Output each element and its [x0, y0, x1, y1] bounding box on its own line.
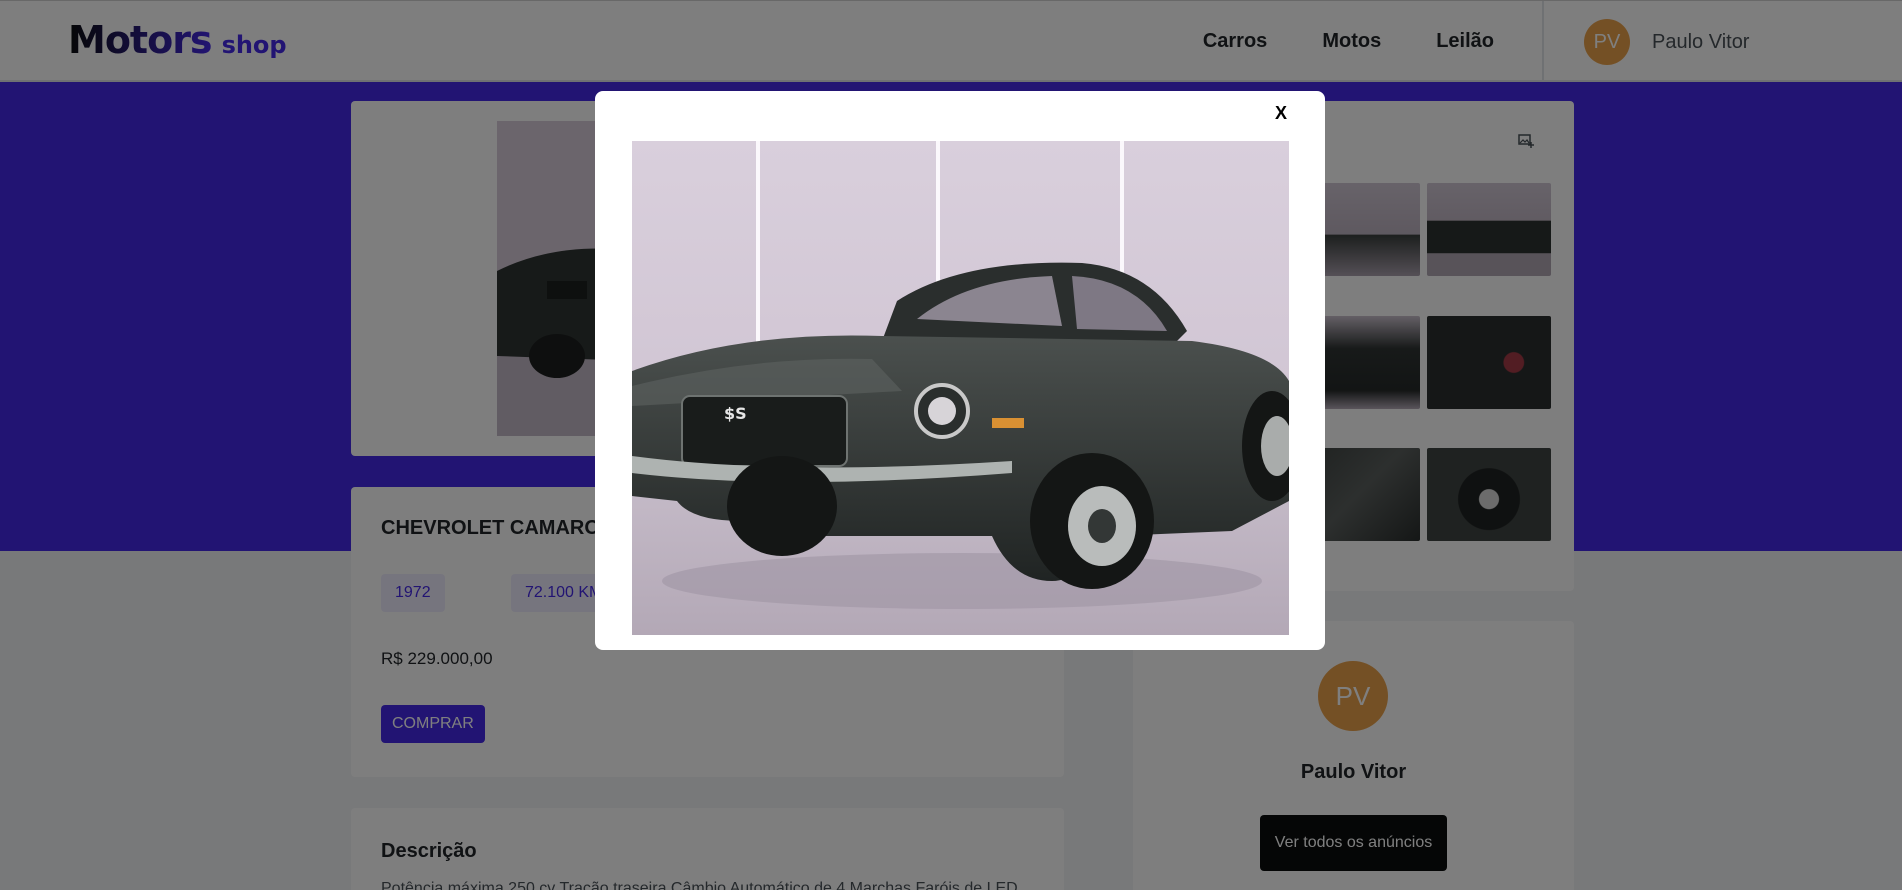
- image-modal: X $S: [595, 91, 1325, 650]
- modal-car-image: $S: [632, 141, 1289, 635]
- svg-text:$S: $S: [724, 404, 747, 423]
- modal-close-button[interactable]: X: [1269, 101, 1293, 125]
- modal-car-illustration: $S: [632, 141, 1289, 635]
